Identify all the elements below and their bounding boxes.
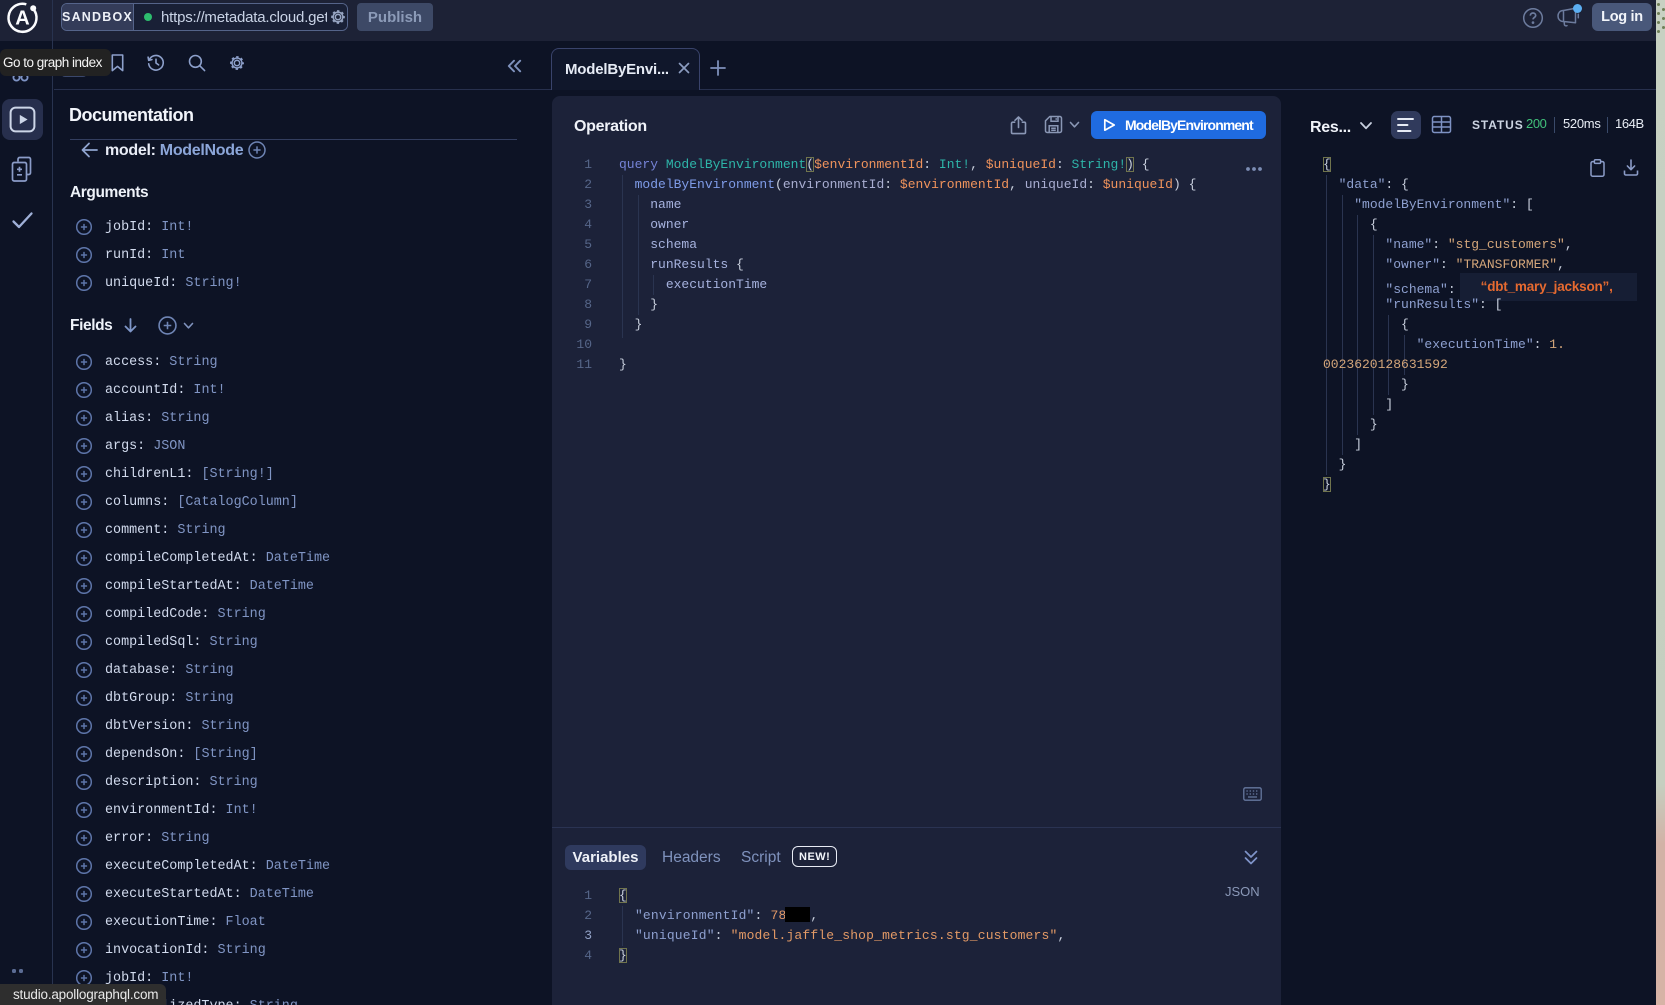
svg-text:A: A xyxy=(15,8,29,30)
